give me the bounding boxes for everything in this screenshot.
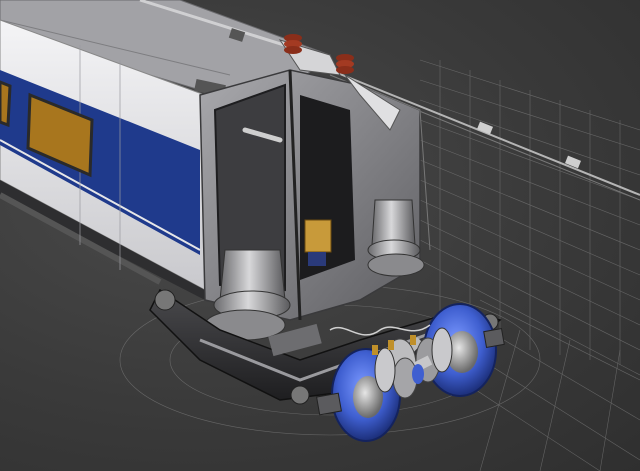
insulator-icon — [336, 54, 354, 74]
car-window — [0, 80, 12, 128]
render-viewport — [0, 0, 640, 471]
train-car-render — [0, 0, 640, 471]
interior-crate — [304, 219, 332, 253]
insulator-icon — [284, 34, 302, 54]
